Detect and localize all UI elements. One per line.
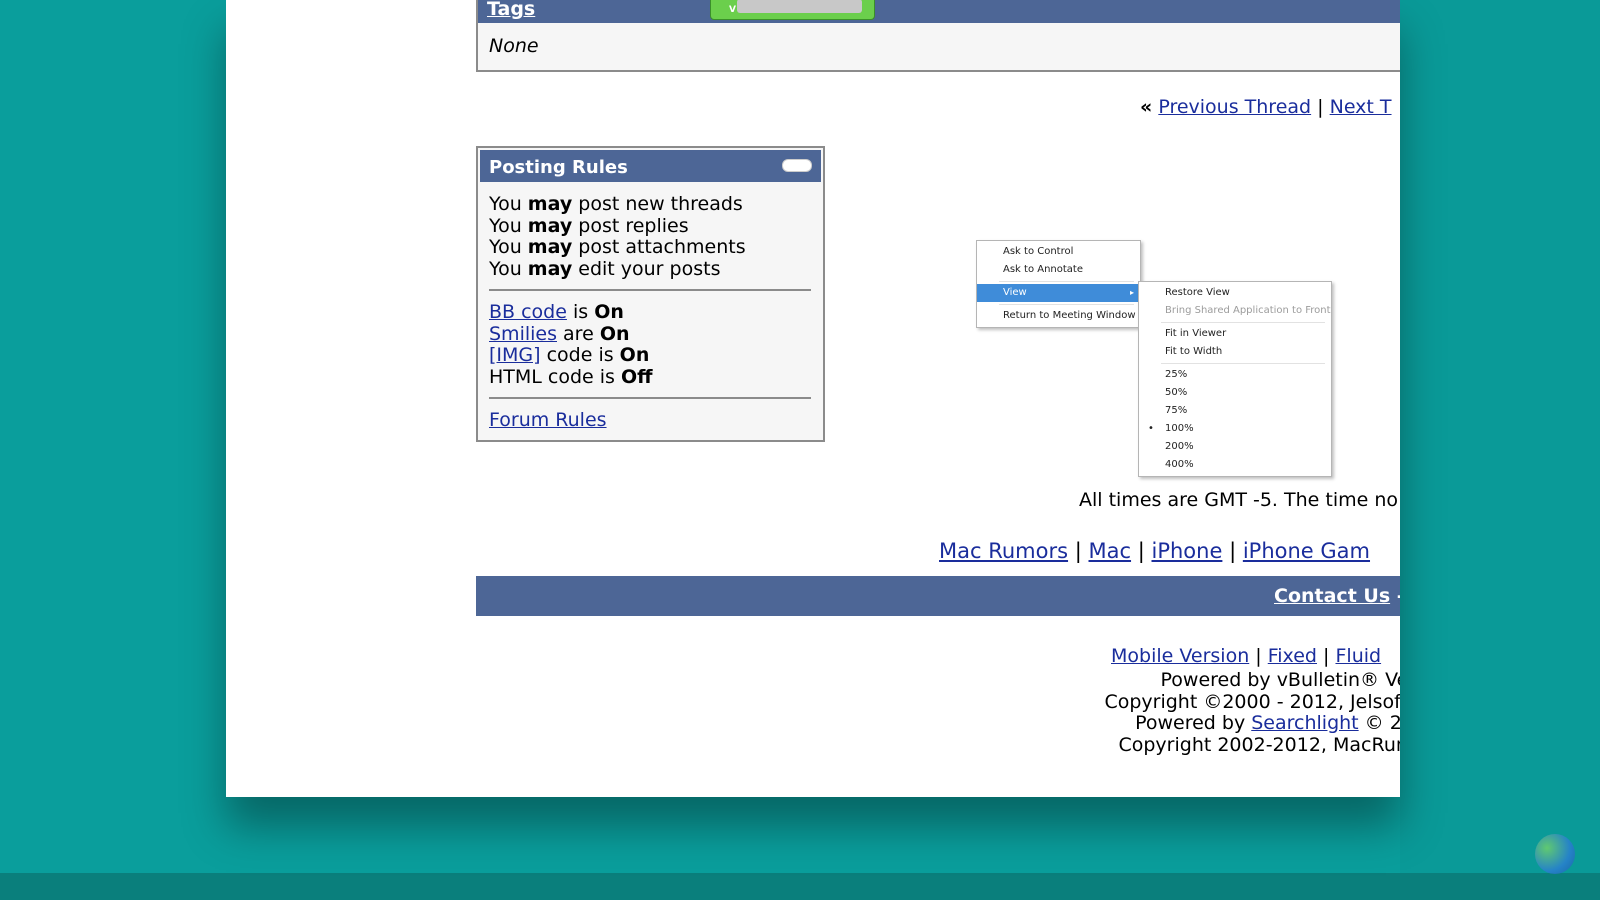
tags-link[interactable]: Tags (487, 0, 535, 20)
credit-line: Copyright ©2000 - 2012, Jelsoft E (1104, 690, 1400, 713)
html-row: HTML code is Off (489, 365, 653, 388)
menu-separator (1161, 322, 1325, 323)
desktop-right-area (1400, 0, 1600, 873)
prev-arrows: « (1140, 96, 1153, 118)
iphone-games-link[interactable]: iPhone Gam (1243, 539, 1370, 563)
submenu-restore-view[interactable]: Restore View (1139, 284, 1331, 302)
nav-separator: | (1317, 96, 1324, 118)
img-code-link[interactable]: [IMG] (489, 344, 541, 366)
credit-line: Powered by Searchlight © 201 (1135, 712, 1400, 734)
footer-bar (476, 576, 1400, 616)
submenu-bring-to-front: Bring Shared Application to Front (1165, 305, 1331, 316)
menu-separator (999, 281, 1134, 282)
fluid-link[interactable]: Fluid (1335, 645, 1381, 667)
menu-item-ask-to-control[interactable]: Ask to Control (977, 243, 1140, 261)
selected-bullet-icon: • (1148, 423, 1154, 434)
zoom-200[interactable]: 200% (1139, 438, 1331, 456)
bbcode-row: BB code is On (489, 301, 624, 323)
submenu-fit-to-width[interactable]: Fit to Width (1139, 343, 1331, 361)
bbcode-link[interactable]: BB code (489, 301, 567, 323)
posting-rules-body: You may post new threads You may post re… (478, 184, 823, 432)
footer-links: Contact Us - (1274, 585, 1400, 607)
menu-item-view[interactable]: View ▸ (977, 284, 1140, 302)
context-menu: Ask to Control Ask to Annotate View ▸ Re… (976, 240, 1141, 328)
tags-value: None (489, 35, 539, 57)
posting-rules-header: Posting Rules (478, 148, 823, 184)
permission-row: You may post attachments (489, 236, 746, 258)
permission-row: You may edit your posts (489, 257, 721, 280)
view-submenu: Restore View Bring Shared Application to… (1138, 281, 1332, 477)
searchlight-link[interactable]: Searchlight (1251, 712, 1358, 734)
mac-rumors-link[interactable]: Mac Rumors (939, 539, 1068, 563)
divider (489, 289, 811, 291)
mac-link[interactable]: Mac (1089, 539, 1132, 563)
divider (489, 397, 811, 399)
contact-us-link[interactable]: Contact Us (1274, 585, 1390, 607)
menu-item-return-to-meeting-window[interactable]: Return to Meeting Window (977, 307, 1140, 325)
zoom-400[interactable]: 400% (1139, 456, 1331, 474)
menu-item-ask-to-annotate[interactable]: Ask to Annotate (977, 261, 1140, 279)
credit-line: Copyright 2002-2012, MacRumo (1118, 733, 1400, 756)
tags-header: Tags V (478, 0, 1400, 23)
permission-row: You may post replies (489, 214, 689, 237)
zoom-100-label: 100% (1165, 423, 1194, 434)
collapse-button[interactable] (782, 159, 812, 172)
menu-separator (999, 304, 1134, 305)
sharing-tab-handle[interactable] (737, 0, 862, 13)
posting-rules-box: Posting Rules You may post new threads Y… (476, 146, 825, 442)
zoom-25[interactable]: 25% (1139, 366, 1331, 384)
previous-thread-link[interactable]: Previous Thread (1158, 96, 1311, 118)
smilies-link[interactable]: Smilies (489, 323, 557, 345)
submenu-arrow-icon: ▸ (1129, 288, 1134, 297)
posting-rules-title: Posting Rules (489, 157, 628, 178)
permission-row: You may post new threads (489, 193, 743, 215)
submenu-fit-in-viewer[interactable]: Fit in Viewer (1139, 325, 1331, 343)
desktop-bottom-strip (0, 873, 1600, 900)
sharing-tab-widget[interactable]: V (710, 0, 875, 20)
menu-item-view-label: View (1003, 287, 1027, 298)
sharing-tab-label: V (729, 5, 736, 15)
next-thread-link[interactable]: Next T (1330, 96, 1392, 118)
zoom-100[interactable]: • 100% (1139, 420, 1331, 438)
img-row: [IMG] code is On (489, 344, 650, 366)
tags-box: Tags V None (476, 0, 1400, 72)
credits: Powered by vBulletin® Vers Copyright ©20… (1079, 669, 1400, 756)
timezone-notice: All times are GMT -5. The time no (1079, 489, 1399, 511)
zoom-75[interactable]: 75% (1139, 402, 1331, 420)
thread-navigation: « Previous Thread | Next T (1140, 96, 1392, 118)
fixed-link[interactable]: Fixed (1268, 645, 1317, 667)
mobile-version-link[interactable]: Mobile Version (1111, 645, 1249, 667)
site-links: Mac Rumors | Mac | iPhone | iPhone Gam (939, 539, 1371, 563)
iphone-link[interactable]: iPhone (1152, 539, 1223, 563)
style-links: Mobile Version | Fixed | Fluid (1111, 645, 1382, 667)
forum-rules-link[interactable]: Forum Rules (489, 409, 607, 431)
credit-line: Powered by vBulletin® Vers (1160, 669, 1400, 691)
globe-icon[interactable] (1535, 834, 1575, 874)
zoom-50[interactable]: 50% (1139, 384, 1331, 402)
smilies-row: Smilies are On (489, 322, 630, 345)
menu-separator (1161, 363, 1325, 364)
